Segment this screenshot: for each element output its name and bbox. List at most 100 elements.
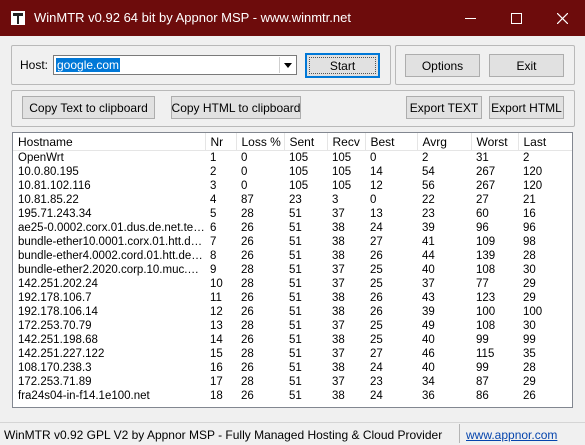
export-text-button-label: Export TEXT xyxy=(409,100,479,115)
table-row[interactable]: 195.71.243.34 5 28 51 37 13 23 60 16 xyxy=(13,207,572,221)
table-cell: 9 xyxy=(210,264,217,276)
table-cell: 267 xyxy=(476,180,496,192)
appnor-link[interactable]: www.appnor.com xyxy=(466,428,557,442)
column-header[interactable]: Worst xyxy=(471,133,519,151)
column-header[interactable]: Avrg xyxy=(417,133,472,151)
maximize-button[interactable] xyxy=(493,0,539,36)
hostname-cell: 172.253.71.89 xyxy=(18,376,92,388)
table-cell: 139 xyxy=(476,250,496,262)
table-cell: 13 xyxy=(370,208,383,220)
table-cell: 51 xyxy=(289,292,302,304)
hostname-cell: 195.71.243.34 xyxy=(18,208,92,220)
table-row[interactable]: 142.251.202.24 10 28 51 37 25 37 77 29 xyxy=(13,277,572,291)
host-combobox[interactable]: google.com xyxy=(53,55,297,75)
host-dropdown-button[interactable] xyxy=(279,57,295,73)
table-cell: 29 xyxy=(523,278,536,290)
table-row[interactable]: 10.81.102.116 3 0 105 105 12 56 267 120 xyxy=(13,179,572,193)
options-button[interactable]: Options xyxy=(405,54,480,77)
hostname-cell: fra24s04-in-f14.1e100.net xyxy=(18,390,150,402)
table-row[interactable]: 142.251.227.122 15 28 51 37 27 46 115 35 xyxy=(13,347,572,361)
table-row[interactable]: 192.178.106.14 12 26 51 38 26 39 100 100 xyxy=(13,305,572,319)
table-cell: 8 xyxy=(210,250,217,262)
table-cell: 38 xyxy=(332,334,345,346)
table-cell: 28 xyxy=(523,362,536,374)
table-cell: 22 xyxy=(422,194,435,206)
host-input[interactable]: google.com xyxy=(56,58,121,72)
hostname-cell: 10.0.80.195 xyxy=(18,166,79,178)
column-header[interactable]: Sent xyxy=(284,133,328,151)
column-header[interactable]: Best xyxy=(365,133,418,151)
column-header[interactable]: Hostname xyxy=(13,133,206,151)
status-text: WinMTR v0.92 GPL V2 by Appnor MSP - Full… xyxy=(4,428,443,442)
table-cell: 39 xyxy=(422,306,435,318)
table-cell: 108 xyxy=(476,320,496,332)
table-cell: 25 xyxy=(370,334,383,346)
table-cell: 0 xyxy=(241,180,248,192)
table-row[interactable]: fra24s04-in-f14.1e100.net 18 26 51 38 24 36 86 2… xyxy=(13,389,572,403)
table-cell: 0 xyxy=(370,152,377,164)
table-body: OpenWrt 1 0 105 105 0 2 31 2 10.0.80.195 2 0 105 105 1… xyxy=(13,151,572,404)
table-cell: 37 xyxy=(422,278,435,290)
hostname-cell: 192.178.106.7 xyxy=(18,292,92,304)
table-cell: 51 xyxy=(289,320,302,332)
export-html-button[interactable]: Export HTML xyxy=(489,96,564,119)
table-cell: 30 xyxy=(523,320,536,332)
table-header-row: Hostname Nr Loss % Sent Recv Best Avrg W… xyxy=(13,133,572,151)
table-row[interactable]: 192.178.106.7 11 26 51 38 26 43 123 29 xyxy=(13,291,572,305)
table-row[interactable]: bundle-ether4.0002.cord.01.htt.de.n... 8 2… xyxy=(13,249,572,263)
table-cell: 26 xyxy=(241,334,254,346)
table-row[interactable]: 142.251.198.68 14 26 51 38 25 40 99 99 xyxy=(13,333,572,347)
table-cell: 267 xyxy=(476,166,496,178)
close-button[interactable] xyxy=(539,0,585,36)
table-cell: 2 xyxy=(210,166,217,178)
table-cell: 18 xyxy=(210,390,223,402)
table-row[interactable]: bundle-ether2.2020.corp.10.muc.de.... 9 28… xyxy=(13,263,572,277)
column-header[interactable]: Nr xyxy=(205,133,237,151)
table-row[interactable]: 108.170.238.3 16 26 51 38 24 40 99 28 xyxy=(13,361,572,375)
results-table[interactable]: Hostname Nr Loss % Sent Recv Best Avrg W… xyxy=(12,132,573,408)
table-cell: 105 xyxy=(289,152,309,164)
host-label: Host: xyxy=(20,58,49,72)
table-cell: 38 xyxy=(332,250,345,262)
results-grid: Hostname Nr Loss % Sent Recv Best Avrg W… xyxy=(13,133,572,404)
table-cell: 37 xyxy=(332,278,345,290)
table-cell: 7 xyxy=(210,236,217,248)
minimize-button[interactable] xyxy=(447,0,493,36)
exit-button[interactable]: Exit xyxy=(489,54,564,77)
table-cell: 28 xyxy=(241,208,254,220)
table-row[interactable]: OpenWrt 1 0 105 105 0 2 31 2 xyxy=(13,151,572,166)
table-row[interactable]: 172.253.70.79 13 28 51 37 25 49 108 30 xyxy=(13,319,572,333)
table-cell: 34 xyxy=(422,376,435,388)
table-cell: 23 xyxy=(422,208,435,220)
table-cell: 60 xyxy=(476,208,489,220)
table-row[interactable]: 172.253.71.89 17 28 51 37 23 34 87 29 xyxy=(13,375,572,389)
table-cell: 1 xyxy=(210,152,217,164)
table-cell: 26 xyxy=(241,306,254,318)
table-cell: 26 xyxy=(370,292,383,304)
export-text-button[interactable]: Export TEXT xyxy=(406,96,482,119)
copy-html-button-label: Copy HTML to clipboard xyxy=(171,100,301,115)
table-cell: 51 xyxy=(289,306,302,318)
table-cell: 0 xyxy=(370,194,377,206)
table-cell: 28 xyxy=(523,250,536,262)
table-cell: 105 xyxy=(332,166,352,178)
column-header[interactable]: Loss % xyxy=(236,133,285,151)
table-cell: 123 xyxy=(476,292,496,304)
table-cell: 38 xyxy=(332,306,345,318)
copy-html-button[interactable]: Copy HTML to clipboard xyxy=(171,96,301,119)
table-row[interactable]: ae25-0.0002.corx.01.dus.de.net.telef... 6… xyxy=(13,221,572,235)
table-cell: 3 xyxy=(332,194,339,206)
table-row[interactable]: bundle-ether10.0001.corx.01.htt.de.n... 7… xyxy=(13,235,572,249)
table-cell: 0 xyxy=(241,152,248,164)
column-header[interactable]: Recv xyxy=(327,133,366,151)
start-button[interactable]: Start xyxy=(305,53,380,78)
title-bar[interactable]: WinMTR v0.92 64 bit by Appnor MSP - www.… xyxy=(0,0,585,36)
hostname-cell: 108.170.238.3 xyxy=(18,362,92,374)
copy-text-button[interactable]: Copy Text to clipboard xyxy=(22,96,155,119)
table-cell: 21 xyxy=(523,194,536,206)
table-cell: 26 xyxy=(241,250,254,262)
table-row[interactable]: 10.0.80.195 2 0 105 105 14 54 267 120 xyxy=(13,165,572,179)
table-row[interactable]: 10.81.85.22 4 87 23 3 0 22 27 21 xyxy=(13,193,572,207)
table-cell: 105 xyxy=(332,180,352,192)
column-header[interactable]: Last xyxy=(518,133,572,151)
